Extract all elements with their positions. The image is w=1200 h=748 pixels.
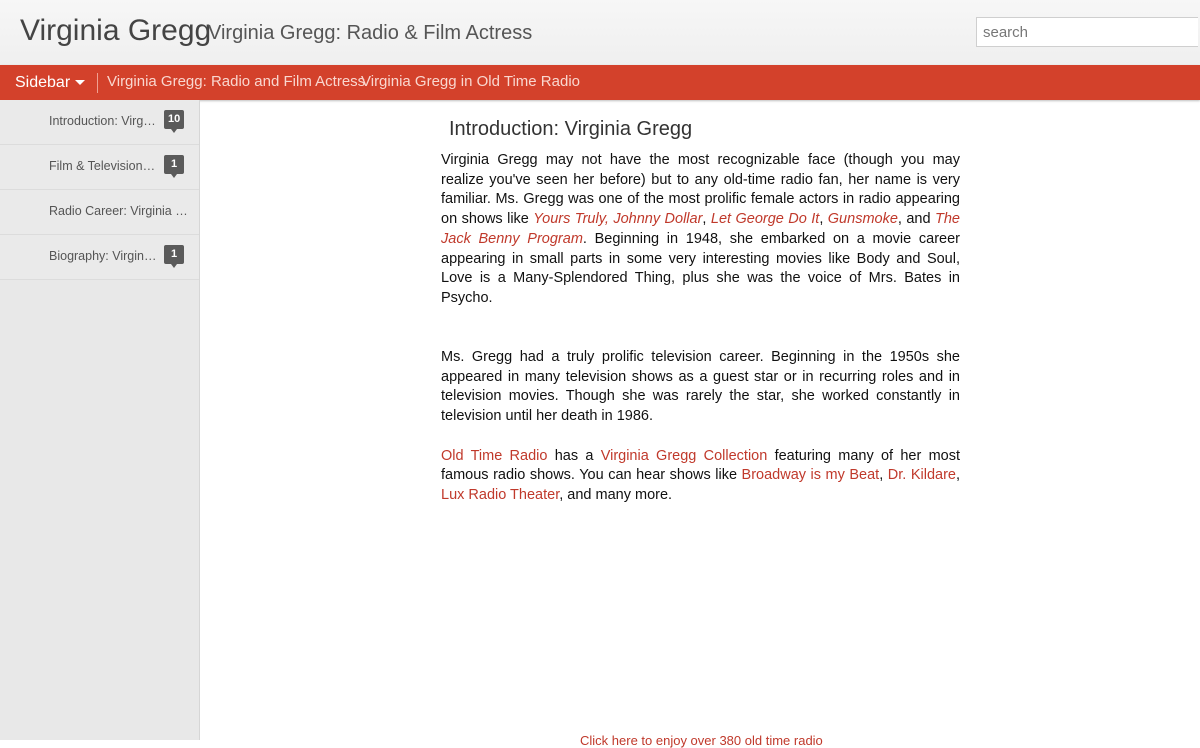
post-count-badge: 1	[164, 155, 184, 178]
sidebar-item-biography[interactable]: Biography: Virginia Gregg 1	[0, 235, 199, 280]
post-count-badge: 10	[164, 110, 185, 133]
link-broadway-is-my-beat[interactable]: Broadway is my Beat	[742, 467, 880, 483]
collection-paragraph: Old Time Radio has a Virginia Gregg Coll…	[441, 447, 960, 506]
nav-link-radio-film-actress[interactable]: Virginia Gregg: Radio and Film Actress	[107, 65, 365, 100]
separator-text: ,	[702, 211, 711, 228]
sidebar-item-introduction[interactable]: Introduction: Virginia Gregg 10	[0, 100, 199, 145]
sidebar-item-label: Radio Career: Virginia Gregg	[49, 204, 191, 218]
post-content: Introduction: Virginia Gregg Virginia Gr…	[441, 118, 960, 506]
old-time-radio-promo-link[interactable]: Click here to enjoy over 380 old time ra…	[580, 733, 823, 748]
sidebar-item-radio-career[interactable]: Radio Career: Virginia Gregg	[0, 190, 199, 235]
post-title: Introduction: Virginia Gregg	[449, 118, 693, 140]
intro-paragraph: Virginia Gregg may not have the most rec…	[441, 151, 960, 309]
nav-divider	[97, 73, 98, 93]
separator-text: , and	[897, 211, 935, 228]
nav-link-old-time-radio[interactable]: Virginia Gregg in Old Time Radio	[361, 65, 580, 100]
paragraph-text: has a	[547, 447, 601, 464]
link-virginia-gregg-collection[interactable]: Virginia Gregg Collection	[601, 448, 768, 464]
link-old-time-radio[interactable]: Old Time Radio	[441, 448, 547, 464]
post-count-badge: 1	[164, 245, 184, 268]
sidebar-toggle-button[interactable]: Sidebar	[15, 65, 86, 100]
separator-text: ,	[879, 467, 888, 484]
blog-header: Virginia Gregg Virginia Gregg: Radio & F…	[0, 0, 1200, 66]
sidebar-item-label: Introduction: Virginia Gregg	[49, 114, 157, 128]
search-box[interactable]	[976, 17, 1199, 47]
link-dr-kildare[interactable]: Dr. Kildare	[888, 467, 956, 483]
paragraph-text: , and many more.	[559, 486, 673, 503]
search-input[interactable]	[977, 18, 1199, 46]
link-lux-radio-theater[interactable]: Lux Radio Theater	[441, 487, 559, 503]
link-gunsmoke[interactable]: Gunsmoke	[828, 211, 898, 227]
sidebar-toggle-label: Sidebar	[15, 74, 71, 91]
blog-title[interactable]: Virginia Gregg	[20, 14, 211, 48]
sidebar-item-film-television[interactable]: Film & Television Career 1	[0, 145, 199, 190]
television-paragraph: Ms. Gregg had a truly prolific televisio…	[441, 349, 960, 425]
link-let-george-do-it[interactable]: Let George Do It	[711, 211, 819, 227]
separator-text: ,	[955, 467, 960, 484]
page-navbar: Sidebar Virginia Gregg: Radio and Film A…	[0, 65, 1200, 100]
blog-description: Virginia Gregg: Radio & Film Actress	[208, 22, 533, 44]
sidebar-item-label: Biography: Virginia Gregg	[49, 249, 157, 263]
sidebar-item-label: Film & Television Career	[49, 159, 157, 173]
sidebar: Introduction: Virginia Gregg 10 Film & T…	[0, 100, 200, 740]
link-yours-truly-johnny-dollar[interactable]: Yours Truly, Johnny Dollar	[533, 211, 702, 227]
caret-down-icon	[75, 80, 86, 86]
separator-text: ,	[819, 211, 828, 228]
